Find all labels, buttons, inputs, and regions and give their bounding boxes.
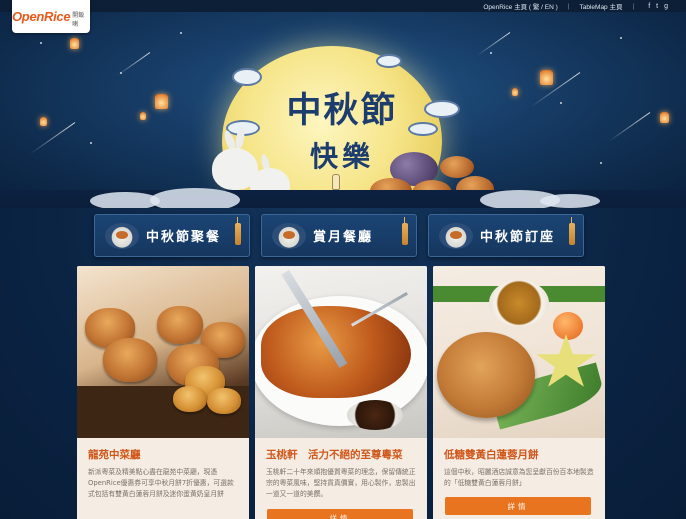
lantern — [332, 174, 340, 190]
lantern-icon — [569, 217, 575, 245]
reserved-sign-icon — [439, 222, 473, 249]
cloud — [540, 194, 600, 208]
meteor — [530, 72, 581, 108]
facebook-icon[interactable]: f — [648, 3, 650, 10]
mini-mooncake — [173, 386, 207, 412]
mooncake — [103, 338, 157, 382]
hero-title-line2: 快樂 — [309, 140, 374, 173]
card-jade-peach[interactable]: 玉桃軒 活力不絕的至尊粵菜 玉桃軒二十年來順抱優質粵菜的理念，保留傳統正宗的粵菜… — [255, 266, 427, 519]
lantern-icon — [235, 217, 241, 245]
cloud — [150, 188, 240, 208]
social-links: f t g — [648, 3, 668, 10]
star — [40, 42, 42, 44]
tab-label: 中秋節訂座 — [480, 230, 556, 245]
card-description: 玉桃軒二十年來順抱優質粵菜的理念，保留傳統正宗的粵菜風味，堅持貨真價實，用心製作… — [266, 468, 416, 498]
separator: | — [567, 2, 570, 10]
star — [600, 162, 602, 164]
tea-set-icon — [272, 222, 306, 249]
lantern — [660, 112, 669, 123]
egg-yolk — [553, 312, 583, 340]
tab-label: 賞月餐廳 — [313, 230, 374, 245]
hero-banner: 中秋節 快樂 — [0, 12, 686, 208]
card-description: 新派粵菜及精美點心盡在龍苑中菜廳，現憑OpenRice優惠券可享中秋月餅7折優惠… — [88, 468, 234, 498]
hero-title: 中秋節 快樂 — [252, 82, 432, 175]
meteor — [608, 112, 651, 142]
sauce-dish — [347, 400, 403, 430]
star — [90, 142, 92, 144]
meteor — [476, 32, 511, 56]
star — [620, 37, 622, 39]
star — [560, 102, 562, 104]
mooncake — [440, 156, 474, 178]
star — [180, 32, 182, 34]
details-button[interactable]: 詳情 — [445, 497, 591, 515]
openrice-logo[interactable]: OpenRice 開飯喇 — [12, 0, 90, 33]
card-low-sugar-mooncake[interactable]: 低糖雙黃白蓮蓉月餅 這個中秋，昭麗酒店誠意為您呈獻百份百本地製造的「低糖雙黃白蓮… — [433, 266, 605, 519]
mooncake-tea-photo — [433, 266, 605, 438]
lantern — [70, 38, 79, 49]
mooncake-photo — [77, 266, 249, 438]
twitter-icon[interactable]: t — [656, 3, 658, 10]
lantern — [540, 70, 553, 85]
google-plus-icon[interactable]: g — [664, 3, 668, 10]
lantern — [155, 94, 168, 109]
mooncake — [157, 306, 203, 344]
meteor — [116, 52, 151, 76]
roast-goose-photo — [255, 266, 427, 438]
card-title[interactable]: 龍苑中菜廳 — [88, 447, 238, 462]
tea-cup — [489, 280, 549, 326]
lantern-icon — [402, 217, 408, 245]
mooncake — [437, 332, 535, 418]
tablemap-home-link[interactable]: TableMap 主頁 — [579, 1, 622, 11]
dish-icon — [105, 222, 139, 249]
tab-moon-viewing-restaurants[interactable]: 賞月餐廳 — [261, 214, 417, 257]
tab-festival-dining[interactable]: 中秋節聚餐 — [94, 214, 250, 257]
openrice-home-link[interactable]: OpenRice 主頁 ( 繁 / EN ) — [483, 1, 557, 11]
card-title[interactable]: 低糖雙黃白蓮蓉月餅 — [444, 447, 594, 462]
cloud-icon — [376, 54, 402, 68]
meteor — [29, 122, 76, 155]
details-button[interactable]: 詳情 — [267, 509, 413, 519]
card-description: 這個中秋，昭麗酒店誠意為您呈獻百份百本地製造的「低糖雙黃白蓮蓉月餅」 — [444, 468, 594, 487]
tab-label: 中秋節聚餐 — [146, 230, 222, 245]
mini-mooncake — [207, 388, 241, 414]
lantern — [512, 88, 518, 96]
star — [490, 52, 492, 54]
card-title[interactable]: 玉桃軒 活力不絕的至尊粵菜 — [266, 447, 416, 462]
lantern — [140, 112, 146, 120]
hero-title-line1: 中秋節 — [286, 90, 398, 131]
top-bar: OpenRice 主頁 ( 繁 / EN ) | TableMap 主頁 | f… — [0, 0, 686, 12]
separator: | — [632, 2, 635, 10]
card-lung-yuen[interactable]: 龍苑中菜廳 新派粵菜及精美點心盡在龍苑中菜廳，現憑OpenRice優惠券可享中秋… — [77, 266, 249, 519]
logo-text: OpenRice — [12, 9, 71, 24]
lantern — [40, 117, 47, 126]
tab-festival-booking[interactable]: 中秋節訂座 — [428, 214, 584, 257]
logo-subtext: 開飯喇 — [72, 11, 85, 28]
